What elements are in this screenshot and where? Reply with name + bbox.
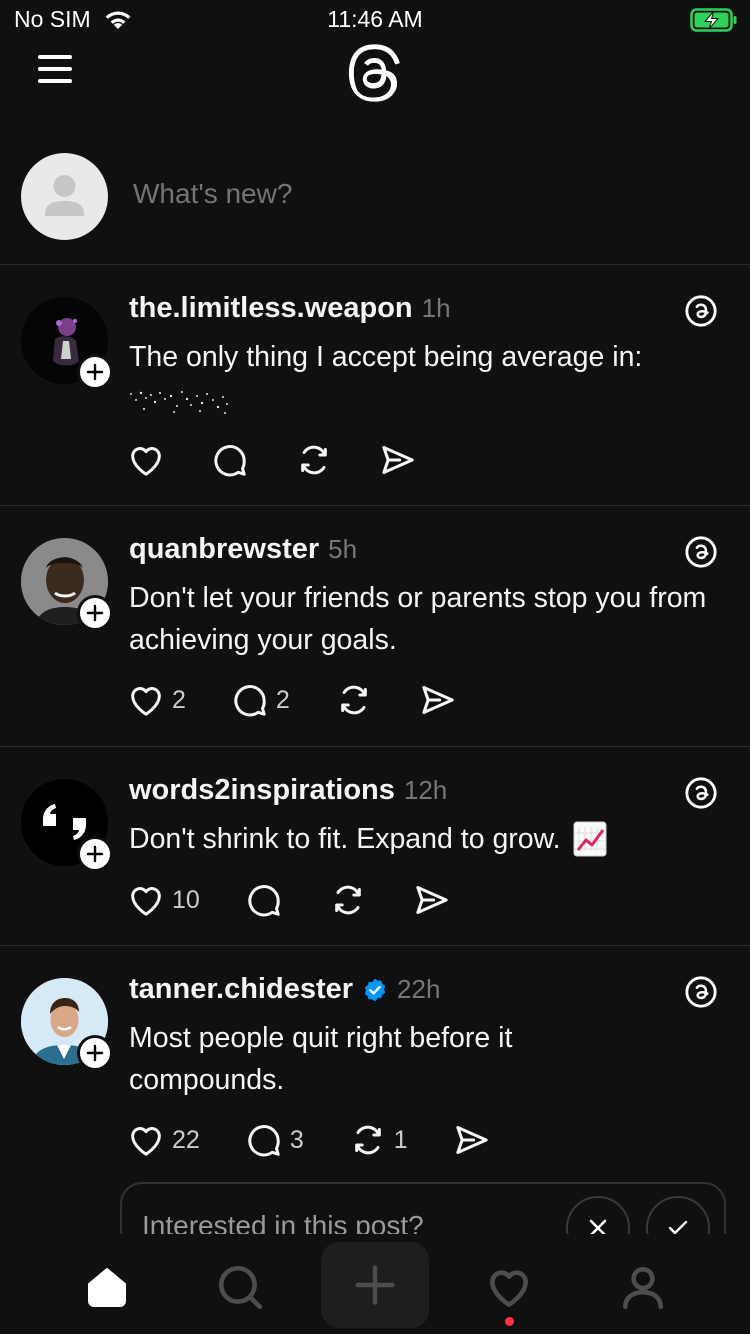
follow-button[interactable] <box>77 1035 113 1071</box>
battery-charging-icon <box>690 8 738 37</box>
post-time: 1h <box>421 293 451 323</box>
follow-button[interactable] <box>77 595 113 631</box>
search-icon <box>218 1265 263 1310</box>
send-icon <box>422 686 454 714</box>
post-time: 5h <box>328 534 358 564</box>
like-button[interactable]: 10 <box>126 880 200 920</box>
post-text: Don't let your friends or parents stop y… <box>129 582 707 656</box>
post-text: Most people quit right before it compoun… <box>129 1022 513 1096</box>
username[interactable]: tanner.chidester <box>129 973 353 1006</box>
comment-icon <box>234 685 266 717</box>
heart-icon <box>131 887 161 916</box>
share-button[interactable] <box>452 1120 492 1160</box>
threads-icon[interactable] <box>684 975 718 1009</box>
repost-icon <box>301 445 327 475</box>
reply-count: 2 <box>275 685 290 714</box>
avatar[interactable] <box>21 153 108 240</box>
heart-icon <box>131 687 161 716</box>
send-icon <box>382 446 414 474</box>
verified-badge-icon <box>362 977 388 1003</box>
post-actions: 10 <box>126 880 452 920</box>
repost-button[interactable]: 1 <box>348 1120 408 1160</box>
send-icon <box>416 886 448 914</box>
username[interactable]: quanbrewster <box>129 533 319 566</box>
like-count: 22 <box>172 1125 200 1154</box>
repost-icon <box>354 1125 381 1155</box>
like-count: 2 <box>172 685 186 714</box>
post-item[interactable]: the.limitless.weapon 1h The only thing I… <box>0 266 750 506</box>
username[interactable]: words2inspirations <box>129 774 395 807</box>
repost-icon <box>340 685 367 715</box>
clock: 11:46 AM <box>327 6 423 32</box>
post-time: 12h <box>403 775 448 805</box>
threads-icon[interactable] <box>684 535 718 569</box>
threads-logo-icon[interactable] <box>344 42 406 104</box>
follow-button[interactable] <box>77 836 113 872</box>
status-bar: No SIM 11:46 AM <box>0 0 750 40</box>
follow-button[interactable] <box>77 354 113 390</box>
like-button[interactable] <box>126 440 166 480</box>
menu-button[interactable] <box>36 52 76 86</box>
post-text: Don't shrink to fit. Expand to grow. <box>129 823 561 855</box>
comment-icon <box>214 445 246 477</box>
tab-search[interactable] <box>205 1252 275 1322</box>
post-actions: 22 3 1 <box>126 1120 492 1160</box>
notification-dot <box>505 1317 514 1326</box>
threads-icon[interactable] <box>684 776 718 810</box>
post-actions <box>126 440 418 480</box>
like-button[interactable]: 22 <box>126 1120 200 1160</box>
home-icon <box>88 1268 126 1307</box>
heart-icon <box>131 447 161 476</box>
reply-button[interactable]: 3 <box>244 1120 304 1160</box>
composer <box>0 140 750 265</box>
post-media-image[interactable] <box>127 384 231 418</box>
whats-new-input[interactable] <box>133 178 693 210</box>
like-button[interactable]: 2 <box>126 680 186 720</box>
repost-button[interactable] <box>294 440 334 480</box>
post-header: words2inspirations 12h <box>129 774 447 807</box>
heart-icon <box>490 1270 528 1307</box>
post-item[interactable]: quanbrewster 5h Don't let your friends o… <box>0 506 750 747</box>
post-time: 22h <box>397 974 441 1004</box>
post-item[interactable]: words2inspirations 12h Don't shrink to f… <box>0 747 750 946</box>
repost-button[interactable] <box>334 680 374 720</box>
post-header: quanbrewster 5h <box>129 533 357 566</box>
plus-icon <box>355 1265 395 1305</box>
post-header: the.limitless.weapon 1h <box>129 292 451 325</box>
bottom-tab-bar <box>0 1234 750 1334</box>
reply-button[interactable]: 2 <box>230 680 290 720</box>
profile-icon <box>623 1267 663 1310</box>
tab-activity[interactable] <box>474 1252 544 1322</box>
tab-compose[interactable] <box>321 1242 429 1328</box>
threads-icon[interactable] <box>684 294 718 328</box>
chart-increasing-emoji-icon <box>573 821 607 857</box>
reply-button[interactable] <box>244 880 284 920</box>
heart-icon <box>131 1127 161 1156</box>
share-button[interactable] <box>378 440 418 480</box>
share-button[interactable] <box>418 680 458 720</box>
repost-icon <box>334 885 361 915</box>
comment-icon <box>248 885 280 917</box>
like-count: 10 <box>172 885 200 914</box>
comment-icon <box>248 1125 280 1157</box>
repost-count: 1 <box>393 1125 408 1154</box>
post-text-row: Don't shrink to fit. Expand to grow. <box>129 818 719 860</box>
post-text: The only thing I accept being average in… <box>129 341 643 373</box>
send-icon <box>455 1126 488 1154</box>
post-actions: 2 2 <box>126 680 458 720</box>
share-button[interactable] <box>412 880 452 920</box>
post-header: tanner.chidester 22h <box>129 973 440 1006</box>
username[interactable]: the.limitless.weapon <box>129 292 413 325</box>
tab-profile[interactable] <box>608 1252 678 1322</box>
reply-count: 3 <box>289 1125 304 1154</box>
repost-button[interactable] <box>328 880 368 920</box>
reply-button[interactable] <box>210 440 250 480</box>
tab-home[interactable] <box>72 1252 142 1322</box>
